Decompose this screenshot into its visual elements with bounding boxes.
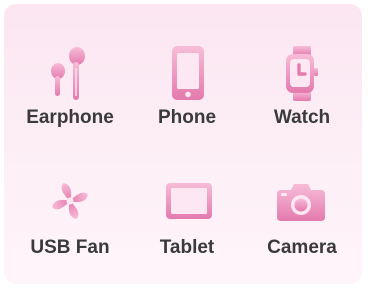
usb-fan-icon	[15, 179, 125, 229]
device-label-usb-fan: USB Fan	[30, 237, 110, 258]
device-tile-phone[interactable]: Phone	[132, 44, 242, 154]
device-tile-camera[interactable]: Camera	[247, 179, 357, 289]
device-label-phone: Phone	[157, 107, 217, 128]
camera-icon	[247, 179, 357, 229]
device-label-watch: Watch	[273, 107, 331, 128]
device-tile-tablet[interactable]: Tablet	[132, 179, 242, 289]
device-panel: Earphone Phone Watch USB Fan Tablet Came…	[4, 4, 362, 284]
device-label-tablet: Tablet	[159, 237, 215, 258]
device-tile-usb-fan[interactable]: USB Fan	[15, 179, 125, 289]
earphone-icon	[15, 44, 125, 104]
phone-icon	[132, 44, 242, 104]
device-label-earphone: Earphone	[26, 107, 114, 128]
device-tile-earphone[interactable]: Earphone	[15, 44, 125, 154]
watch-icon	[247, 44, 357, 104]
device-tile-watch[interactable]: Watch	[247, 44, 357, 154]
tablet-icon	[132, 179, 242, 229]
device-label-camera: Camera	[267, 237, 337, 258]
